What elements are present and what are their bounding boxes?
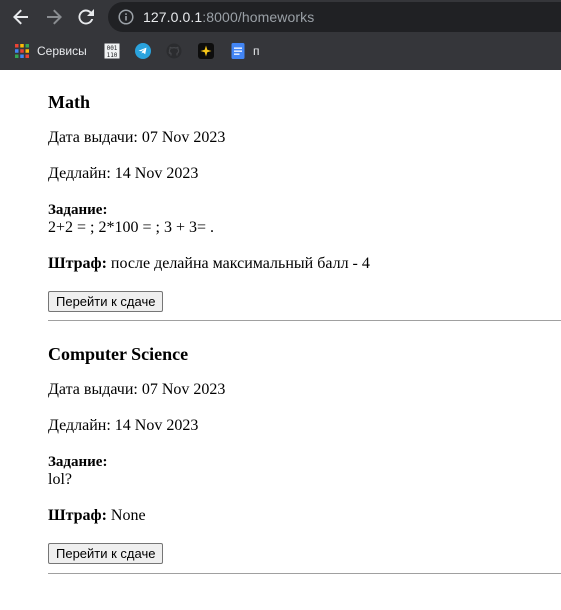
bookmark-label: п [253,44,260,58]
arrow-back-icon[interactable] [9,5,33,29]
arrow-forward-icon[interactable] [42,5,66,29]
issued-date: Дата выдачи: 07 Nov 2023 [48,381,225,399]
homework-title: Computer Science [48,344,189,364]
deadline-value: 14 Nov 2023 [114,417,199,434]
deadline-label: Дедлайн: [48,165,111,182]
bookmark-binary[interactable]: 001 110 [104,43,120,59]
bookmarks-bar: Сервисы 001 110 п [0,34,561,70]
bookmark-github[interactable] [166,43,182,59]
homework-title: Math [48,92,90,112]
binary-icon: 001 110 [104,43,120,59]
browser-toolbar: 127.0.0.1:8000/homeworks [0,0,561,34]
homework-divider [48,320,561,321]
svg-text:110: 110 [107,52,118,59]
address-bar[interactable]: 127.0.0.1:8000/homeworks [108,2,561,32]
bookmark-telegram[interactable] [135,43,151,59]
penalty-text: None [110,507,146,524]
task-heading: Задание: [48,201,370,219]
task-text: 2+2 = ; 2*100 = ; 3 + 3= . [48,219,215,236]
task-label: Задание: [48,454,108,470]
telegram-icon [135,43,151,59]
task-label: Задание: [48,202,108,218]
deadline-value: 14 Nov 2023 [114,165,199,182]
url-text[interactable]: 127.0.0.1:8000/homeworks [143,9,314,25]
go-to-submission-button[interactable]: Перейти к сдаче [48,543,164,564]
bookmark-sparkle[interactable] [198,43,214,59]
bookmark-docs[interactable]: п [230,43,260,59]
deadline-label: Дедлайн: [48,417,111,434]
svg-text:001: 001 [107,45,118,52]
issued-label: Дата выдачи: [48,129,138,146]
bookmark-label: Сервисы [37,44,87,58]
penalty-text: после делайна максимальный балл - 4 [110,255,370,272]
issued-date: Дата выдачи: 07 Nov 2023 [48,129,370,147]
homework-divider [48,573,561,574]
go-to-submission-button[interactable]: Перейти к сдаче [48,291,164,312]
sparkle-icon [198,43,214,59]
docs-icon [230,43,246,59]
deadline-date: Дедлайн: 14 Nov 2023 [48,165,370,183]
github-icon [166,43,182,59]
deadline-date: Дедлайн: 14 Nov 2023 [48,417,225,435]
penalty-label: Штраф: [48,255,107,272]
penalty: Штраф: после делайна максимальный балл -… [48,255,370,273]
info-icon[interactable] [118,9,134,25]
apps-grid-icon [14,43,30,59]
homework-card: Computer Science Дата выдачи: 07 Nov 202… [48,343,225,564]
penalty: Штраф: None [48,507,225,525]
url-host: 127.0.0.1 [143,9,203,25]
issued-value: 07 Nov 2023 [141,381,226,398]
task-heading: Задание: [48,453,225,471]
homework-card: Math Дата выдачи: 07 Nov 2023 Дедлайн: 1… [48,91,370,312]
url-path: :8000/homeworks [202,9,315,25]
task-text: lol? [48,471,72,488]
issued-value: 07 Nov 2023 [141,129,226,146]
bookmark-services[interactable]: Сервисы [14,43,87,59]
penalty-label: Штраф: [48,507,107,524]
issued-label: Дата выдачи: [48,381,138,398]
browser-chrome: 127.0.0.1:8000/homeworks Сервисы 001110 [0,0,561,70]
reload-icon[interactable] [74,5,98,29]
